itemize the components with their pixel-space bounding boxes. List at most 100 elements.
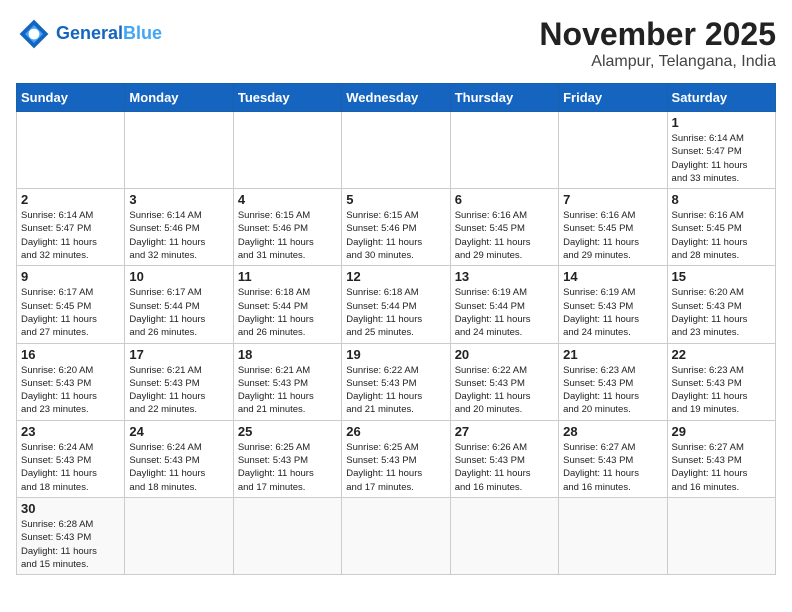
day-info: Sunrise: 6:17 AM Sunset: 5:44 PM Dayligh… (129, 286, 228, 339)
calendar-cell: 12 Sunrise: 6:18 AM Sunset: 5:44 PM Dayli… (342, 266, 450, 343)
day-number: 25 (238, 424, 337, 439)
day-info: Sunrise: 6:20 AM Sunset: 5:43 PM Dayligh… (672, 286, 771, 339)
day-info: Sunrise: 6:16 AM Sunset: 5:45 PM Dayligh… (455, 209, 554, 262)
calendar-cell: 9Sunrise: 6:17 AM Sunset: 5:45 PM Daylig… (17, 266, 125, 343)
day-info: Sunrise: 6:20 AM Sunset: 5:43 PM Dayligh… (21, 364, 120, 417)
weekday-header: Saturday (667, 84, 775, 112)
day-info: Sunrise: 6:14 AM Sunset: 5:47 PM Dayligh… (672, 132, 771, 185)
calendar-cell: 5Sunrise: 6:15 AM Sunset: 5:46 PM Daylig… (342, 189, 450, 266)
calendar-week-row: 16 Sunrise: 6:20 AM Sunset: 5:43 PM Dayli… (17, 343, 776, 420)
calendar-cell: 7 Sunrise: 6:16 AM Sunset: 5:45 PM Daylig… (559, 189, 667, 266)
day-number: 6 (455, 192, 554, 207)
day-number: 20 (455, 347, 554, 362)
calendar-cell: 25Sunrise: 6:25 AM Sunset: 5:43 PM Dayli… (233, 420, 341, 497)
calendar-cell (450, 497, 558, 574)
day-info: Sunrise: 6:21 AM Sunset: 5:43 PM Dayligh… (129, 364, 228, 417)
day-number: 15 (672, 269, 771, 284)
calendar-cell (450, 112, 558, 189)
calendar-week-row: 1 Sunrise: 6:14 AM Sunset: 5:47 PM Daylig… (17, 112, 776, 189)
day-info: Sunrise: 6:26 AM Sunset: 5:43 PM Dayligh… (455, 441, 554, 494)
day-number: 5 (346, 192, 445, 207)
calendar-cell: 26 Sunrise: 6:25 AM Sunset: 5:43 PM Dayli… (342, 420, 450, 497)
calendar-cell (125, 497, 233, 574)
weekday-header: Wednesday (342, 84, 450, 112)
calendar-cell: 2Sunrise: 6:14 AM Sunset: 5:47 PM Daylig… (17, 189, 125, 266)
day-info: Sunrise: 6:28 AM Sunset: 5:43 PM Dayligh… (21, 518, 120, 571)
day-info: Sunrise: 6:18 AM Sunset: 5:44 PM Dayligh… (238, 286, 337, 339)
day-number: 10 (129, 269, 228, 284)
day-number: 21 (563, 347, 662, 362)
calendar-cell: 11 Sunrise: 6:18 AM Sunset: 5:44 PM Dayli… (233, 266, 341, 343)
calendar-table: SundayMondayTuesdayWednesdayThursdayFrid… (16, 83, 776, 575)
day-info: Sunrise: 6:21 AM Sunset: 5:43 PM Dayligh… (238, 364, 337, 417)
day-info: Sunrise: 6:22 AM Sunset: 5:43 PM Dayligh… (346, 364, 445, 417)
calendar-cell: 17 Sunrise: 6:21 AM Sunset: 5:43 PM Dayli… (125, 343, 233, 420)
day-number: 14 (563, 269, 662, 284)
title-block: November 2025 Alampur, Telangana, India (539, 16, 776, 71)
day-info: Sunrise: 6:17 AM Sunset: 5:45 PM Dayligh… (21, 286, 120, 339)
day-number: 29 (672, 424, 771, 439)
day-info: Sunrise: 6:23 AM Sunset: 5:43 PM Dayligh… (672, 364, 771, 417)
day-number: 28 (563, 424, 662, 439)
calendar-cell: 13Sunrise: 6:19 AM Sunset: 5:44 PM Dayli… (450, 266, 558, 343)
calendar-week-row: 2Sunrise: 6:14 AM Sunset: 5:47 PM Daylig… (17, 189, 776, 266)
calendar-week-row: 23Sunrise: 6:24 AM Sunset: 5:43 PM Dayli… (17, 420, 776, 497)
day-number: 18 (238, 347, 337, 362)
day-info: Sunrise: 6:24 AM Sunset: 5:43 PM Dayligh… (129, 441, 228, 494)
calendar-cell: 24Sunrise: 6:24 AM Sunset: 5:43 PM Dayli… (125, 420, 233, 497)
calendar-cell: 20 Sunrise: 6:22 AM Sunset: 5:43 PM Dayli… (450, 343, 558, 420)
day-number: 4 (238, 192, 337, 207)
calendar-cell: 21 Sunrise: 6:23 AM Sunset: 5:43 PM Dayli… (559, 343, 667, 420)
calendar-cell: 6 Sunrise: 6:16 AM Sunset: 5:45 PM Daylig… (450, 189, 558, 266)
day-number: 30 (21, 501, 120, 516)
weekday-header: Monday (125, 84, 233, 112)
day-info: Sunrise: 6:27 AM Sunset: 5:43 PM Dayligh… (672, 441, 771, 494)
calendar-cell (559, 497, 667, 574)
logo: GeneralBlue (16, 16, 162, 52)
day-number: 16 (21, 347, 120, 362)
day-info: Sunrise: 6:23 AM Sunset: 5:43 PM Dayligh… (563, 364, 662, 417)
calendar-cell (233, 112, 341, 189)
weekday-header: Thursday (450, 84, 558, 112)
day-number: 2 (21, 192, 120, 207)
calendar-cell: 1 Sunrise: 6:14 AM Sunset: 5:47 PM Daylig… (667, 112, 775, 189)
calendar-cell (125, 112, 233, 189)
logo-general: General (56, 23, 123, 43)
page-header: GeneralBlue November 2025 Alampur, Telan… (16, 16, 776, 71)
weekday-header: Sunday (17, 84, 125, 112)
calendar-cell (559, 112, 667, 189)
calendar-cell: 15 Sunrise: 6:20 AM Sunset: 5:43 PM Dayli… (667, 266, 775, 343)
calendar-cell: 10 Sunrise: 6:17 AM Sunset: 5:44 PM Dayli… (125, 266, 233, 343)
day-number: 27 (455, 424, 554, 439)
calendar-cell (233, 497, 341, 574)
calendar-cell: 8Sunrise: 6:16 AM Sunset: 5:45 PM Daylig… (667, 189, 775, 266)
calendar-cell: 29 Sunrise: 6:27 AM Sunset: 5:43 PM Dayli… (667, 420, 775, 497)
day-number: 7 (563, 192, 662, 207)
day-info: Sunrise: 6:27 AM Sunset: 5:43 PM Dayligh… (563, 441, 662, 494)
weekday-header-row: SundayMondayTuesdayWednesdayThursdayFrid… (17, 84, 776, 112)
day-number: 11 (238, 269, 337, 284)
month-title: November 2025 (539, 16, 776, 53)
day-info: Sunrise: 6:18 AM Sunset: 5:44 PM Dayligh… (346, 286, 445, 339)
weekday-header: Tuesday (233, 84, 341, 112)
day-info: Sunrise: 6:15 AM Sunset: 5:46 PM Dayligh… (238, 209, 337, 262)
day-info: Sunrise: 6:16 AM Sunset: 5:45 PM Dayligh… (563, 209, 662, 262)
day-number: 3 (129, 192, 228, 207)
day-info: Sunrise: 6:25 AM Sunset: 5:43 PM Dayligh… (346, 441, 445, 494)
day-info: Sunrise: 6:24 AM Sunset: 5:43 PM Dayligh… (21, 441, 120, 494)
calendar-week-row: 9Sunrise: 6:17 AM Sunset: 5:45 PM Daylig… (17, 266, 776, 343)
day-info: Sunrise: 6:19 AM Sunset: 5:44 PM Dayligh… (455, 286, 554, 339)
day-number: 8 (672, 192, 771, 207)
calendar-cell: 27 Sunrise: 6:26 AM Sunset: 5:43 PM Dayli… (450, 420, 558, 497)
location-title: Alampur, Telangana, India (539, 53, 776, 71)
calendar-cell: 22Sunrise: 6:23 AM Sunset: 5:43 PM Dayli… (667, 343, 775, 420)
weekday-header: Friday (559, 84, 667, 112)
calendar-week-row: 30 Sunrise: 6:28 AM Sunset: 5:43 PM Dayli… (17, 497, 776, 574)
day-number: 26 (346, 424, 445, 439)
calendar-cell (342, 497, 450, 574)
day-number: 17 (129, 347, 228, 362)
day-info: Sunrise: 6:22 AM Sunset: 5:43 PM Dayligh… (455, 364, 554, 417)
day-number: 12 (346, 269, 445, 284)
day-number: 1 (672, 115, 771, 130)
logo-icon (16, 16, 52, 52)
